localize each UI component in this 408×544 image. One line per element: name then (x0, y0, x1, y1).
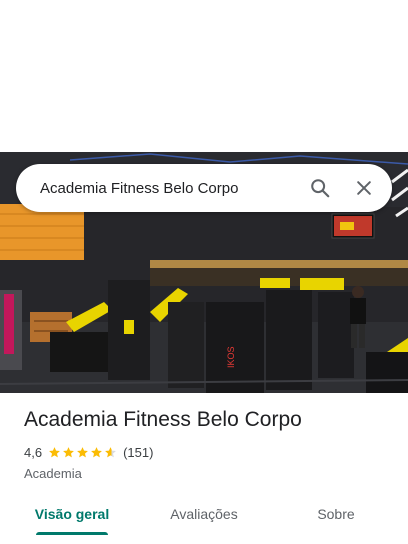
star-icon (63, 447, 74, 458)
tab-bar: Visão geral Avaliações Sobre (0, 498, 408, 538)
review-count[interactable]: (151) (123, 445, 153, 460)
search-input[interactable]: Academia Fitness Belo Corpo (16, 180, 300, 197)
close-icon (357, 181, 371, 195)
rating-value: 4,6 (24, 445, 43, 460)
place-category[interactable]: Academia (24, 466, 82, 481)
rating-row[interactable]: 4,6 (151) (24, 445, 153, 460)
star-icon (49, 447, 60, 458)
tab-about[interactable]: Sobre (288, 498, 384, 538)
search-bar[interactable]: Academia Fitness Belo Corpo (16, 164, 392, 212)
search-icon (311, 179, 330, 198)
place-title: Academia Fitness Belo Corpo (24, 408, 302, 431)
star-icon (105, 447, 116, 458)
star-icon (77, 447, 88, 458)
close-button[interactable] (344, 168, 384, 208)
star-icon (91, 447, 102, 458)
machine-brand-label: IKOS (226, 346, 236, 368)
rating-stars (48, 446, 117, 459)
active-tab-indicator (36, 532, 108, 535)
tab-reviews[interactable]: Avaliações (156, 498, 252, 538)
search-button[interactable] (300, 168, 340, 208)
